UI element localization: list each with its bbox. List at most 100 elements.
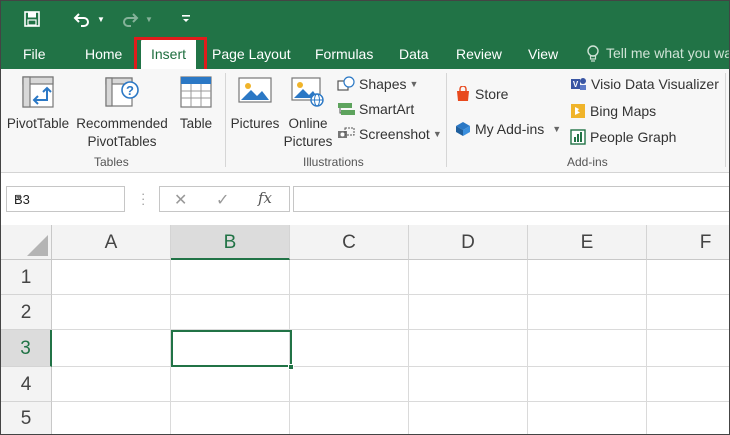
bing-maps-icon: [571, 104, 585, 118]
pictures-button[interactable]: Pictures: [229, 73, 281, 133]
pivottable-button[interactable]: PivotTable: [5, 73, 71, 133]
excel-window: ▼ ▼ File Home Insert Page Layout Formula…: [0, 0, 730, 435]
store-label: Store: [475, 86, 509, 102]
pivottable-icon: [20, 73, 56, 111]
tab-formulas[interactable]: Formulas: [315, 45, 373, 65]
formula-input[interactable]: [293, 186, 729, 212]
row-gridline: [52, 294, 729, 295]
undo-icon[interactable]: [71, 7, 93, 31]
undo-dropdown-icon[interactable]: ▼: [95, 7, 107, 31]
visio-icon: V: [571, 78, 586, 90]
redo-dropdown-icon[interactable]: ▼: [143, 7, 155, 31]
active-cell-b3[interactable]: [171, 330, 292, 367]
worksheet-grid: A B C D E F 1 2 3 4 5: [1, 225, 729, 434]
my-addins-dropdown-icon: ▼: [552, 124, 562, 134]
pictures-icon: [237, 73, 273, 111]
insert-function-icon[interactable]: fx: [258, 189, 272, 207]
column-gridline: [527, 260, 528, 434]
fill-handle[interactable]: [288, 364, 294, 370]
screenshot-icon: [338, 127, 355, 138]
people-graph-button[interactable]: People Graph: [570, 126, 676, 148]
smartart-label: SmartArt: [359, 101, 415, 117]
tab-file[interactable]: File: [23, 45, 46, 65]
online-pictures-icon: [290, 73, 326, 111]
ribbon-insert-panel: PivotTable ? Recommended PivotTables Tab…: [1, 69, 729, 173]
visio-label: Visio Data Visualizer: [591, 76, 719, 92]
row-header-5[interactable]: 5: [1, 402, 52, 434]
shapes-icon: [337, 76, 355, 91]
shapes-label: Shapes: [359, 76, 407, 92]
quick-access-toolbar: ▼ ▼: [1, 1, 729, 39]
formula-bar-area: B3 ▼ · · · ✕ ✓ fx: [1, 173, 729, 225]
shapes-dropdown-icon: ▼: [409, 79, 419, 89]
group-separator: [225, 73, 226, 167]
lightbulb-icon[interactable]: [586, 45, 600, 66]
row-gridline: [52, 329, 729, 330]
store-icon: [457, 86, 469, 101]
online-pictures-label-line1: Online: [288, 116, 328, 131]
row-header-2[interactable]: 2: [1, 295, 52, 330]
store-button[interactable]: Store: [455, 83, 508, 105]
group-label-tables: Tables: [94, 155, 129, 169]
select-all-triangle-icon: [27, 235, 48, 256]
table-icon: [178, 73, 214, 111]
group-label-illustrations: Illustrations: [303, 155, 364, 169]
column-header-c[interactable]: C: [290, 225, 409, 260]
my-addins-button[interactable]: My Add-ins ▼: [455, 118, 561, 140]
recommended-pivottables-label-line2: PivotTables: [87, 134, 157, 149]
column-header-f[interactable]: F: [647, 225, 729, 260]
column-header-a[interactable]: A: [52, 225, 171, 260]
tell-me-search[interactable]: Tell me what you wa: [606, 45, 729, 61]
group-separator: [725, 73, 726, 167]
row-header-3[interactable]: 3: [1, 330, 52, 367]
name-box-dropdown-icon[interactable]: ▼: [14, 192, 118, 202]
redo-icon[interactable]: [119, 7, 141, 31]
my-addins-label: My Add-ins: [475, 121, 545, 137]
column-header-d[interactable]: D: [409, 225, 528, 260]
online-pictures-button[interactable]: Online Pictures: [283, 73, 333, 151]
column-header-e[interactable]: E: [528, 225, 647, 260]
recommended-pivottables-icon: ?: [104, 73, 140, 111]
tab-data[interactable]: Data: [399, 45, 429, 65]
table-label: Table: [179, 116, 213, 131]
tab-home[interactable]: Home: [85, 45, 122, 65]
row-gridline: [52, 366, 729, 367]
screenshot-button[interactable]: Screenshot ▼: [337, 123, 442, 145]
recommended-pivottables-button[interactable]: ? Recommended PivotTables: [73, 73, 171, 151]
row-header-1[interactable]: 1: [1, 260, 52, 295]
row-gridline: [52, 401, 729, 402]
save-icon[interactable]: [21, 7, 43, 31]
select-all-button[interactable]: [1, 225, 52, 260]
pivottable-label: PivotTable: [6, 116, 70, 131]
tab-page-layout[interactable]: Page Layout: [212, 45, 291, 65]
name-box[interactable]: B3 ▼: [6, 186, 125, 212]
people-graph-label: People Graph: [590, 129, 677, 145]
formula-buttons: ✕ ✓ fx: [159, 186, 290, 212]
smartart-button[interactable]: SmartArt: [337, 98, 414, 120]
row-header-4[interactable]: 4: [1, 367, 52, 402]
insert-tab-highlight-box: [134, 37, 207, 73]
screenshot-label: Screenshot: [359, 126, 430, 142]
shapes-button[interactable]: Shapes ▼: [337, 73, 418, 95]
recommended-pivottables-label-line1: Recommended: [76, 116, 168, 131]
group-label-addins: Add-ins: [567, 155, 608, 169]
screenshot-dropdown-icon: ▼: [432, 129, 442, 139]
my-addins-icon: [456, 122, 470, 136]
bing-maps-button[interactable]: Bing Maps: [570, 100, 656, 122]
column-gridline: [408, 260, 409, 434]
customize-toolbar-icon[interactable]: [179, 7, 193, 31]
column-gridline: [646, 260, 647, 434]
people-graph-icon: [570, 129, 586, 145]
visio-data-visualizer-button[interactable]: V Visio Data Visualizer: [570, 73, 719, 95]
enter-icon[interactable]: ✓: [216, 190, 229, 210]
formula-bar-grip-icon[interactable]: · · ·: [141, 187, 145, 210]
svg-text:V: V: [573, 80, 579, 89]
cancel-icon[interactable]: ✕: [174, 190, 187, 210]
group-separator: [446, 73, 447, 167]
column-header-b[interactable]: B: [171, 225, 290, 260]
table-button[interactable]: Table: [175, 73, 217, 133]
tab-review[interactable]: Review: [456, 45, 502, 65]
pictures-label: Pictures: [230, 116, 280, 131]
tab-view[interactable]: View: [528, 45, 558, 65]
smartart-icon: [338, 103, 355, 115]
